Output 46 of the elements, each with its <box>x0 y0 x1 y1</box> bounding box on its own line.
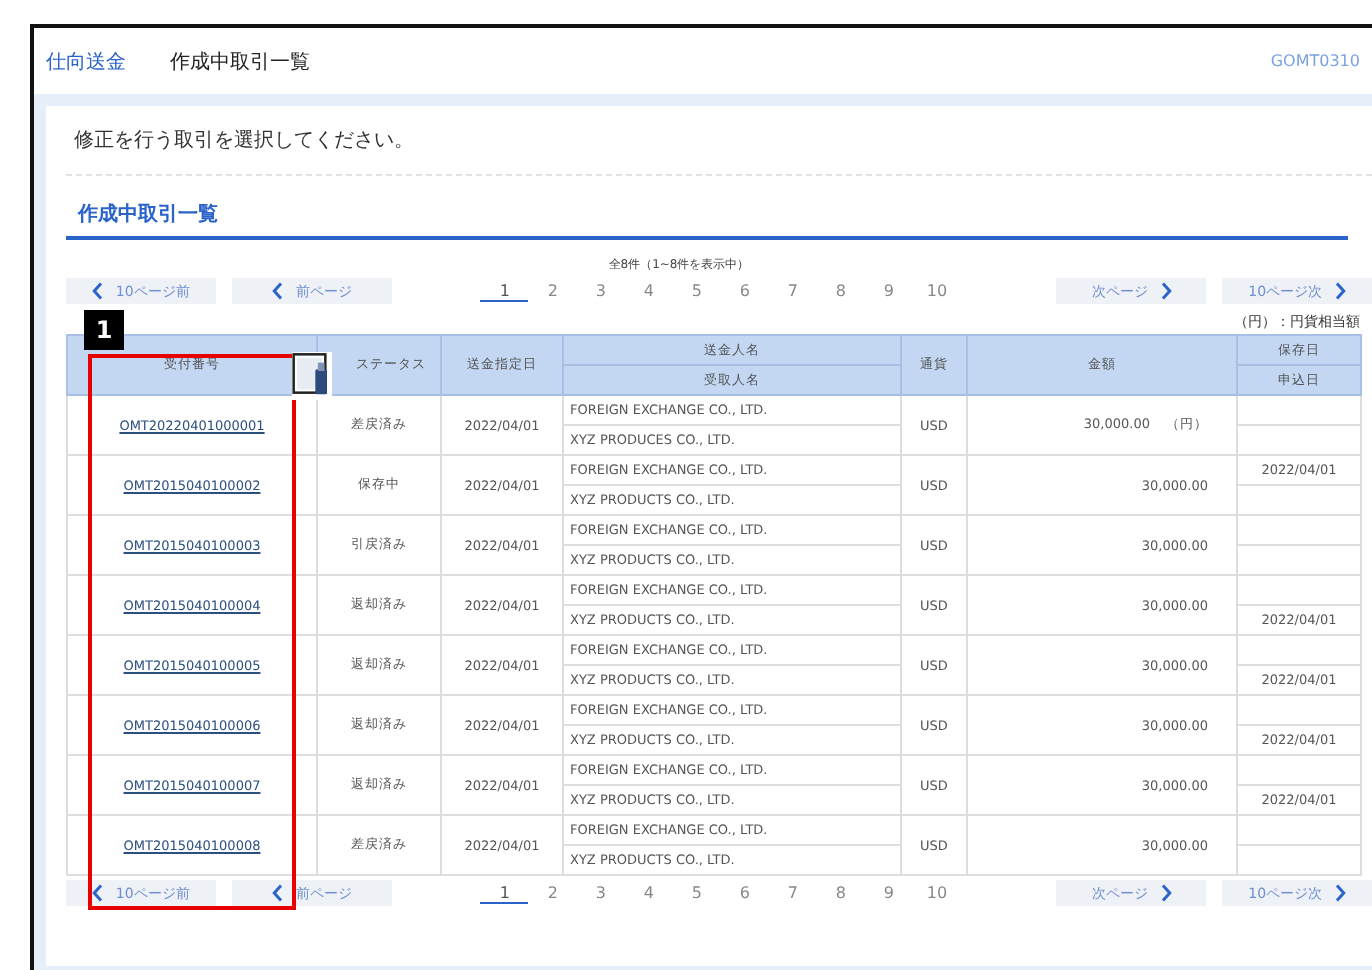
page-number-link[interactable]: 9 <box>864 281 913 301</box>
page-number-link[interactable]: 4 <box>624 883 673 903</box>
chevron-left-icon <box>91 282 104 300</box>
saved-date-cell <box>1237 635 1361 665</box>
page-number-link[interactable]: 1 <box>480 883 529 903</box>
callout-number: 1 <box>84 310 124 350</box>
applied-date-cell <box>1237 845 1361 875</box>
chevron-right-icon <box>1334 282 1347 300</box>
applied-date-cell <box>1237 545 1361 575</box>
document-pen-icon <box>292 352 332 400</box>
page-number-link[interactable]: 10 <box>912 281 961 301</box>
page-number-link[interactable]: 2 <box>528 883 577 903</box>
applied-date-cell <box>1237 425 1361 455</box>
breadcrumb-category: 仕向送金 <box>46 49 126 75</box>
instruction-text: 修正を行う取引を選択してください。 <box>66 106 1372 176</box>
saved-date-cell <box>1237 695 1361 725</box>
chevron-right-icon <box>1159 884 1172 902</box>
page-number-link[interactable]: 6 <box>720 281 769 301</box>
screen-id: GOMT0310 <box>1270 52 1360 70</box>
saved-date-cell <box>1237 395 1361 425</box>
page-number-link[interactable]: 1 <box>480 281 529 301</box>
page-number-link[interactable]: 7 <box>768 883 817 903</box>
chevron-left-icon <box>272 282 285 300</box>
chevron-right-icon <box>1159 282 1172 300</box>
page-title: 作成中取引一覧 <box>170 49 310 75</box>
page-number-link[interactable]: 8 <box>816 883 865 903</box>
chevron-left-icon <box>91 884 104 902</box>
page-number-link[interactable]: 9 <box>864 883 913 903</box>
page-number-link[interactable]: 8 <box>816 281 865 301</box>
saved-date-cell <box>1237 515 1361 545</box>
chevron-right-icon <box>1334 884 1347 902</box>
page-number-link[interactable]: 3 <box>576 883 625 903</box>
page-number-link[interactable]: 5 <box>672 281 721 301</box>
page-number-link[interactable]: 7 <box>768 281 817 301</box>
page-number-link[interactable]: 2 <box>528 281 577 301</box>
page-number-link[interactable]: 6 <box>720 883 769 903</box>
page-number-link[interactable]: 4 <box>624 281 673 301</box>
applied-date-cell <box>1237 485 1361 515</box>
page-number-link[interactable]: 5 <box>672 883 721 903</box>
saved-date-cell <box>1237 755 1361 785</box>
page-number-link[interactable]: 10 <box>912 883 961 903</box>
saved-date-cell <box>1237 815 1361 845</box>
chevron-left-icon <box>272 884 285 902</box>
page-number-link[interactable]: 3 <box>576 281 625 301</box>
section-heading: 作成中取引一覧 <box>66 176 1348 240</box>
saved-date-cell <box>1237 575 1361 605</box>
